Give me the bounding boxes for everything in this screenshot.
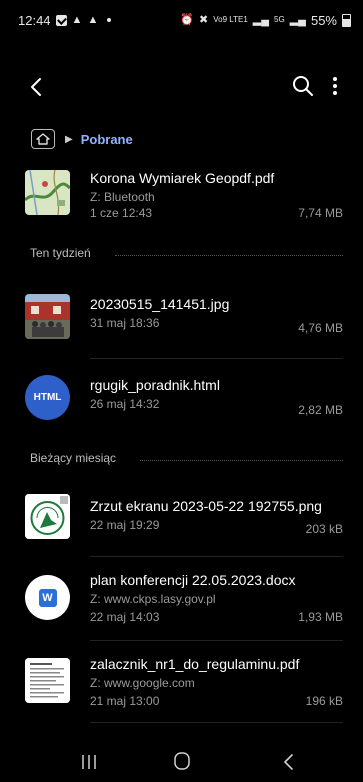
home-icon [36,133,50,145]
recents-icon [82,755,96,769]
bell-notification-icon: ▲ [71,13,83,26]
file-date: 31 maj 18:36 [90,316,160,330]
file-size: 4,76 MB [298,321,343,335]
file-name: 20230515_141451.jpg [90,296,230,312]
file-size: 196 kB [305,694,343,708]
section-divider [140,460,343,461]
system-nav-bar [0,742,363,782]
file-date: 22 maj 14:03 [90,610,160,624]
top-app-bar [0,66,363,110]
section-label: Bieżący miesiąc [30,451,117,465]
gallery-notification-icon [55,14,67,26]
file-name: zalacznik_nr1_do_regulaminu.pdf [90,656,300,672]
recents-button[interactable] [80,754,98,770]
chevron-left-icon [31,78,41,96]
back-button[interactable] [22,72,52,102]
map-thumbnail [25,170,70,215]
file-row[interactable]: Korona Wymiarek Geopdf.pdf Z: Bluetooth … [0,168,363,224]
battery-icon [342,13,351,27]
section-header-this-month: Bieżący miesiąc [0,451,363,471]
list-divider [90,722,343,723]
file-row[interactable]: HTML rgugik_poradnik.html 26 maj 14:32 2… [0,375,363,425]
signal-icon-2: ▂▄ [289,13,306,26]
status-time: 12:44 [18,12,51,28]
photo-thumbnail [25,294,70,339]
list-divider [90,640,343,641]
system-back-icon [284,754,293,770]
signal-icon: ▂▄ [252,13,270,26]
file-source: Z: www.ckps.lasy.gov.pl [90,592,216,606]
breadcrumb-arrow-icon: ▶ [65,133,73,145]
word-file-icon: W [25,575,70,620]
file-source: Z: Bluetooth [90,190,155,204]
file-date: 1 cze 12:43 [90,206,153,220]
file-size: 2,82 MB [298,403,343,417]
more-vert-icon [333,77,337,95]
breadcrumb-current-folder[interactable]: Pobrane [81,132,133,147]
file-size: 203 kB [305,522,343,536]
breadcrumb: ▶ Pobrane [31,126,133,152]
file-date: 21 maj 13:00 [90,694,160,708]
file-size: 7,74 MB [298,206,343,220]
file-row[interactable]: W plan konferencji 22.05.2023.docx Z: ww… [0,572,363,628]
screenshot-thumbnail [25,494,70,539]
more-options-button[interactable] [326,73,344,99]
list-divider [90,556,343,557]
status-bar: 12:44 ▲ ▲ ⏰ ✖ Vo9 LTE1 ▂▄ 5G ▂▄ 55% [0,0,363,40]
battery-percent: 55% [310,12,337,28]
alarm-icon: ⏰ [180,13,194,26]
home-circle-icon [174,752,190,770]
list-divider [90,358,343,359]
bell-notification-icon-2: ▲ [87,13,99,26]
search-icon [293,76,313,96]
file-row[interactable]: zalacznik_nr1_do_regulaminu.pdf Z: www.g… [0,656,363,712]
word-badge-label: W [42,591,53,604]
mute-icon: ✖ [199,13,209,26]
section-divider [115,255,343,256]
file-name: rgugik_poradnik.html [90,377,220,393]
file-size: 1,93 MB [298,610,343,624]
home-folder-button[interactable] [31,129,55,149]
section-header-this-week: Ten tydzień [0,246,363,266]
network-5g-label: 5G [274,15,285,24]
volte-label: Vo9 LTE1 [213,15,248,24]
html-file-icon: HTML [25,375,70,420]
html-badge-label: HTML [33,392,62,403]
file-name: Korona Wymiarek Geopdf.pdf [90,170,275,186]
document-thumbnail [25,658,70,703]
file-name: plan konferencji 22.05.2023.docx [90,572,296,588]
file-row[interactable]: Zrzut ekranu 2023-05-22 192755.png 22 ma… [0,494,363,544]
file-date: 26 maj 14:32 [90,397,160,411]
file-source: Z: www.google.com [90,676,195,690]
home-button[interactable] [172,750,192,772]
file-name: Zrzut ekranu 2023-05-22 192755.png [90,498,322,514]
more-notifications-icon [107,18,112,22]
system-back-button[interactable] [282,752,296,772]
section-label: Ten tydzień [30,246,91,260]
file-row[interactable]: 20230515_141451.jpg 31 maj 18:36 4,76 MB [0,294,363,344]
file-date: 22 maj 19:29 [90,518,160,532]
search-button[interactable] [290,73,316,99]
